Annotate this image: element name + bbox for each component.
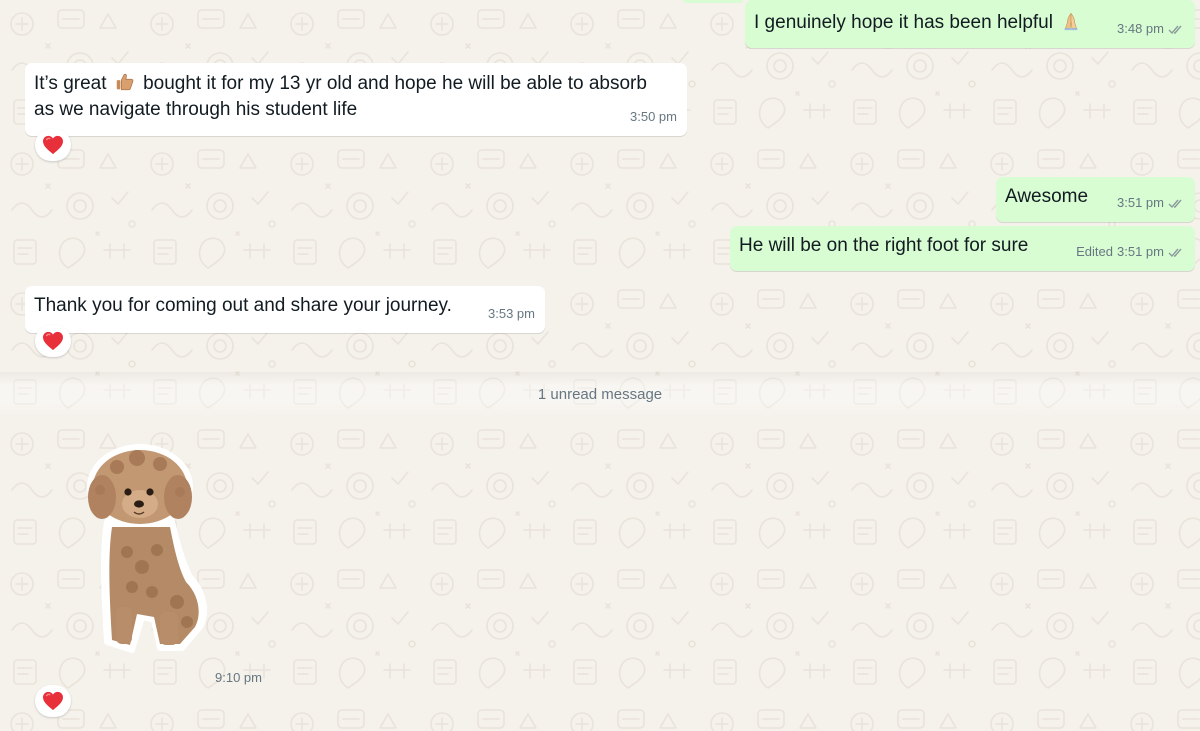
message-time: 3:53 pm — [488, 306, 535, 321]
double-check-icon — [1168, 199, 1182, 208]
previous-message-edge — [683, 0, 743, 3]
message-bubble-outgoing[interactable]: Awesome 3:51 pm — [996, 177, 1195, 222]
message-meta: 3:51 pm — [1117, 190, 1185, 216]
message-text: Thank you for coming out and share your … — [34, 295, 452, 316]
message-text: He will be on the right foot for sure — [739, 235, 1029, 256]
red-heart-icon — [43, 331, 63, 351]
message-text: I genuinely hope it has been helpful — [754, 10, 1084, 36]
message-bubble-incoming[interactable]: It’s great bought it for my 13 yr old an… — [25, 63, 687, 136]
message-bubble-incoming[interactable]: Thank you for coming out and share your … — [25, 286, 545, 333]
message-time: 3:50 pm — [630, 109, 677, 124]
reaction-badge[interactable] — [35, 129, 71, 161]
message-time: 3:48 pm — [1117, 21, 1164, 36]
unread-divider-label: 1 unread message — [537, 385, 663, 403]
reaction-badge[interactable] — [35, 685, 71, 717]
poodle-dog-sticker — [87, 444, 208, 653]
message-text: Awesome — [1005, 186, 1089, 207]
red-heart-icon — [43, 135, 63, 155]
message-meta: 3:50 pm — [630, 104, 677, 130]
message-bubble-outgoing[interactable]: He will be on the right foot for sure Ed… — [730, 226, 1195, 271]
double-check-icon — [1168, 248, 1182, 257]
thumbs-up-icon — [116, 73, 134, 91]
message-text-part: It’s great — [34, 73, 107, 94]
red-heart-icon — [43, 691, 63, 711]
message-meta: 3:48 pm — [1117, 16, 1185, 42]
message-text-line: as we navigate through his student life — [34, 99, 358, 120]
message-text-part: bought it for my 13 yr old and hope he w… — [143, 73, 647, 94]
message-meta: Edited 3:51 pm — [1076, 239, 1185, 265]
message-text-content: I genuinely hope it has been helpful — [754, 12, 1053, 33]
sticker-message[interactable] — [82, 442, 212, 657]
double-check-icon — [1168, 25, 1182, 34]
message-time: 3:51 pm — [1117, 195, 1164, 210]
message-text: It’s great bought it for my 13 yr old an… — [34, 71, 647, 123]
edited-label: Edited — [1076, 244, 1114, 259]
reaction-badge[interactable] — [35, 325, 71, 357]
message-meta: 3:53 pm — [488, 301, 535, 327]
message-bubble-outgoing[interactable]: I genuinely hope it has been helpful 3:4… — [745, 0, 1195, 48]
folded-hands-icon — [1064, 12, 1078, 31]
message-time: 3:51 pm — [1117, 244, 1164, 259]
unread-divider: 1 unread message — [0, 372, 1200, 416]
message-time: 9:10 pm — [215, 670, 262, 685]
